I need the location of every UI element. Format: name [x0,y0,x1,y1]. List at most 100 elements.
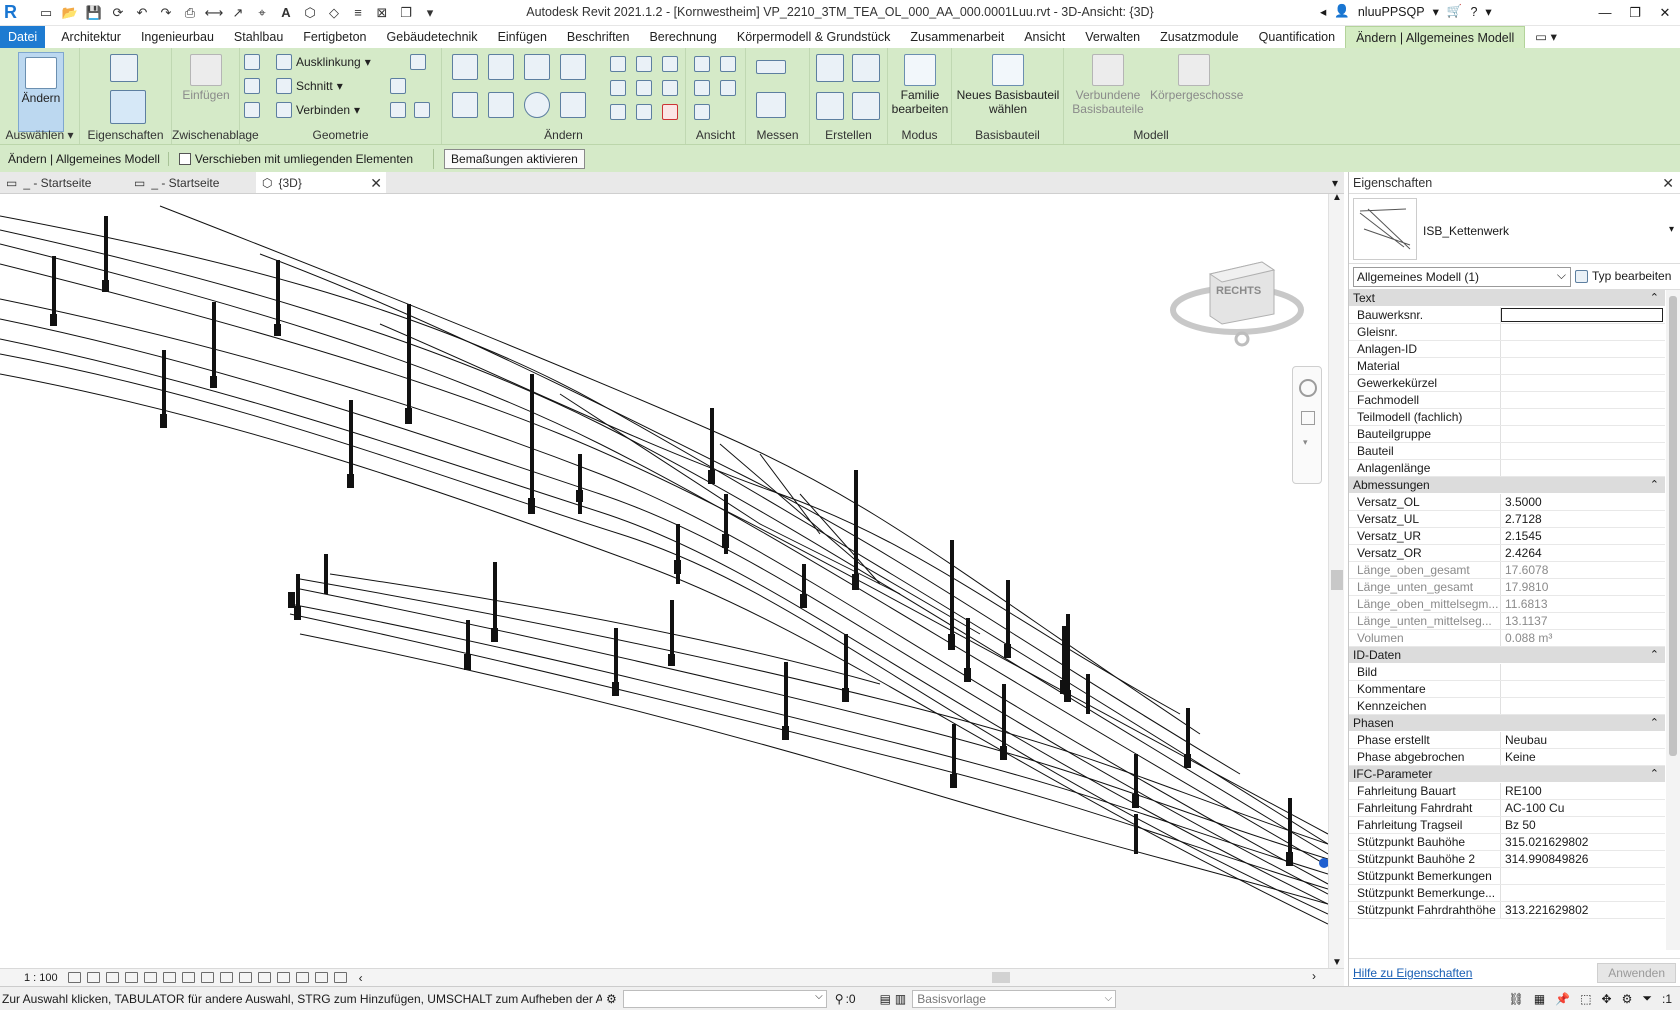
property-value[interactable]: AC-100 Cu [1501,800,1665,816]
paint-icon[interactable] [390,102,406,118]
move-with-nearby-checkbox[interactable]: Verschieben mit umliegenden Elementen [178,148,435,169]
home-icon[interactable]: ▭ [36,3,56,23]
modify-button[interactable]: Ändern [18,52,64,132]
thin-lines-icon[interactable]: ≡ [348,3,368,23]
background-processes-icon[interactable]: ⚙ [1622,992,1633,1006]
help-icon[interactable]: ? [1470,5,1477,19]
property-group-header[interactable]: Abmessungen [1349,477,1665,494]
property-value[interactable]: 2.7128 [1501,511,1665,527]
cart-icon[interactable]: 🛒 [1447,4,1463,19]
property-value[interactable]: 315.021629802 [1501,834,1665,850]
delete-icon[interactable] [662,104,678,120]
horizontal-scroll-thumb[interactable] [992,972,1010,983]
split-face-icon[interactable] [390,78,406,94]
trim-multiple-icon[interactable] [610,104,626,120]
unlocked-view-icon[interactable] [181,972,195,983]
tab-zusammenarbeit[interactable]: Zusammenarbeit [900,26,1014,48]
split-gap-icon[interactable] [636,56,652,72]
trim-single-icon[interactable] [636,104,652,120]
user-name[interactable]: nluuPPSQP [1358,5,1425,19]
offset-icon[interactable] [488,54,514,80]
tab-zusatzmodule[interactable]: Zusatzmodule [1150,26,1249,48]
selection-grip-icon[interactable] [1319,858,1328,868]
view-tab-3d[interactable]: ⬡ {3D} ✕ [256,172,386,193]
scale-icon[interactable] [636,80,652,96]
property-value[interactable]: Keine [1501,749,1665,765]
property-value[interactable] [1501,426,1665,442]
property-value[interactable]: RE100 [1501,783,1665,799]
property-value[interactable]: 3.5000 [1501,494,1665,510]
copy-icon[interactable] [244,78,260,94]
measure-icon[interactable]: ⟷ [204,3,224,23]
view-tab-startseite-1[interactable]: ▭ _ - Startseite [0,172,128,193]
undo-icon[interactable]: ↶ [132,3,152,23]
reveal-constraints-icon[interactable] [295,972,309,983]
detail-level-icon[interactable] [67,972,81,983]
properties-scrollbar[interactable] [1666,290,1680,950]
worksharing-icon[interactable] [238,972,252,983]
cope-button[interactable]: Ausklinkung ▾ [276,54,371,70]
property-value[interactable] [1501,443,1665,459]
tab-overflow-icon[interactable]: ▾ [1326,172,1344,193]
temporary-hide-icon[interactable] [200,972,214,983]
create-group-icon[interactable] [816,92,844,120]
tab-aendern-allgemeines-modell[interactable]: Ändern | Allgemeines Modell [1345,26,1526,48]
select-by-face-icon[interactable]: ⬚ [1580,992,1591,1006]
create-assembly-icon[interactable] [816,54,844,82]
paste-button[interactable]: Einfügen [180,54,232,102]
create-parts-icon[interactable] [852,54,880,82]
customize-qat-icon[interactable]: ▾ [420,3,440,23]
property-value[interactable]: 2.1545 [1501,528,1665,544]
scroll-left-icon[interactable]: ‹ [359,971,363,985]
line-work-icon[interactable] [694,80,710,96]
info-back-icon[interactable]: ◂ [1320,4,1326,19]
trim-extend-icon[interactable] [560,92,586,118]
edit-family-button[interactable]: Familie bearbeiten [890,54,950,116]
design-option-dropdown[interactable]: Basisvorlage ⌵ [912,989,1117,1008]
copy-element-icon[interactable] [488,92,514,118]
property-value[interactable] [1501,324,1665,340]
filter-icon[interactable]: ⏷ [1642,991,1652,1006]
property-value[interactable] [1501,885,1665,901]
property-value[interactable] [1501,460,1665,476]
crop-view-icon[interactable] [143,972,157,983]
pick-new-host-button[interactable]: Neues Basisbauteil wählen [956,54,1060,116]
visual-style-icon[interactable] [86,972,100,983]
view-properties-icon[interactable] [333,972,347,983]
cut-geometry-button[interactable]: Schnitt ▾ [276,78,343,94]
tab-datei[interactable]: Datei [0,26,46,48]
3d-viewport[interactable] [0,194,1328,968]
property-group-header[interactable]: Phasen [1349,715,1665,732]
show-crop-icon[interactable] [162,972,176,983]
template-icon[interactable]: ▥ [895,992,906,1006]
unpin-icon[interactable] [662,56,678,72]
mass-floors-button[interactable]: Körpergeschosse [1150,54,1243,102]
view-scale[interactable]: 1 : 100 [0,972,68,984]
property-value[interactable]: 314.990849826 [1501,851,1665,867]
property-group-header[interactable]: IFC-Parameter [1349,766,1665,783]
property-value[interactable] [1501,392,1665,408]
editing-requests-icon[interactable]: ⚲ [835,992,844,1006]
steering-wheel-icon[interactable] [1299,379,1317,397]
chevron-down-icon[interactable]: ▾ [1669,224,1674,235]
tab-quantification[interactable]: Quantification [1249,26,1345,48]
property-value[interactable] [1501,409,1665,425]
instance-filter-select[interactable]: Allgemeines Modell (1) [1353,266,1571,287]
dimension-icon[interactable]: ↗ [228,3,248,23]
split-icon[interactable] [610,56,626,72]
filter-override-icon[interactable] [694,104,710,120]
type-selector[interactable]: ISB_Kettenwerk ▾ [1349,194,1680,264]
scroll-right-icon[interactable]: › [1312,969,1316,983]
wall-joins-icon[interactable] [410,54,426,70]
properties-help-link[interactable]: Hilfe zu Eigenschaften [1353,966,1472,980]
properties-icon[interactable] [110,90,146,124]
property-value[interactable] [1501,341,1665,357]
text-icon[interactable]: A [276,3,296,23]
revit-logo[interactable]: R [4,2,24,22]
select-pinned-icon[interactable]: 📌 [1555,992,1570,1006]
switch-windows-icon[interactable]: ❐ [396,3,416,23]
align-icon[interactable] [452,54,478,80]
minimize-icon[interactable]: — [1590,0,1620,26]
scroll-up-icon[interactable]: ▲ [1329,192,1345,203]
sun-path-icon[interactable] [105,972,119,983]
